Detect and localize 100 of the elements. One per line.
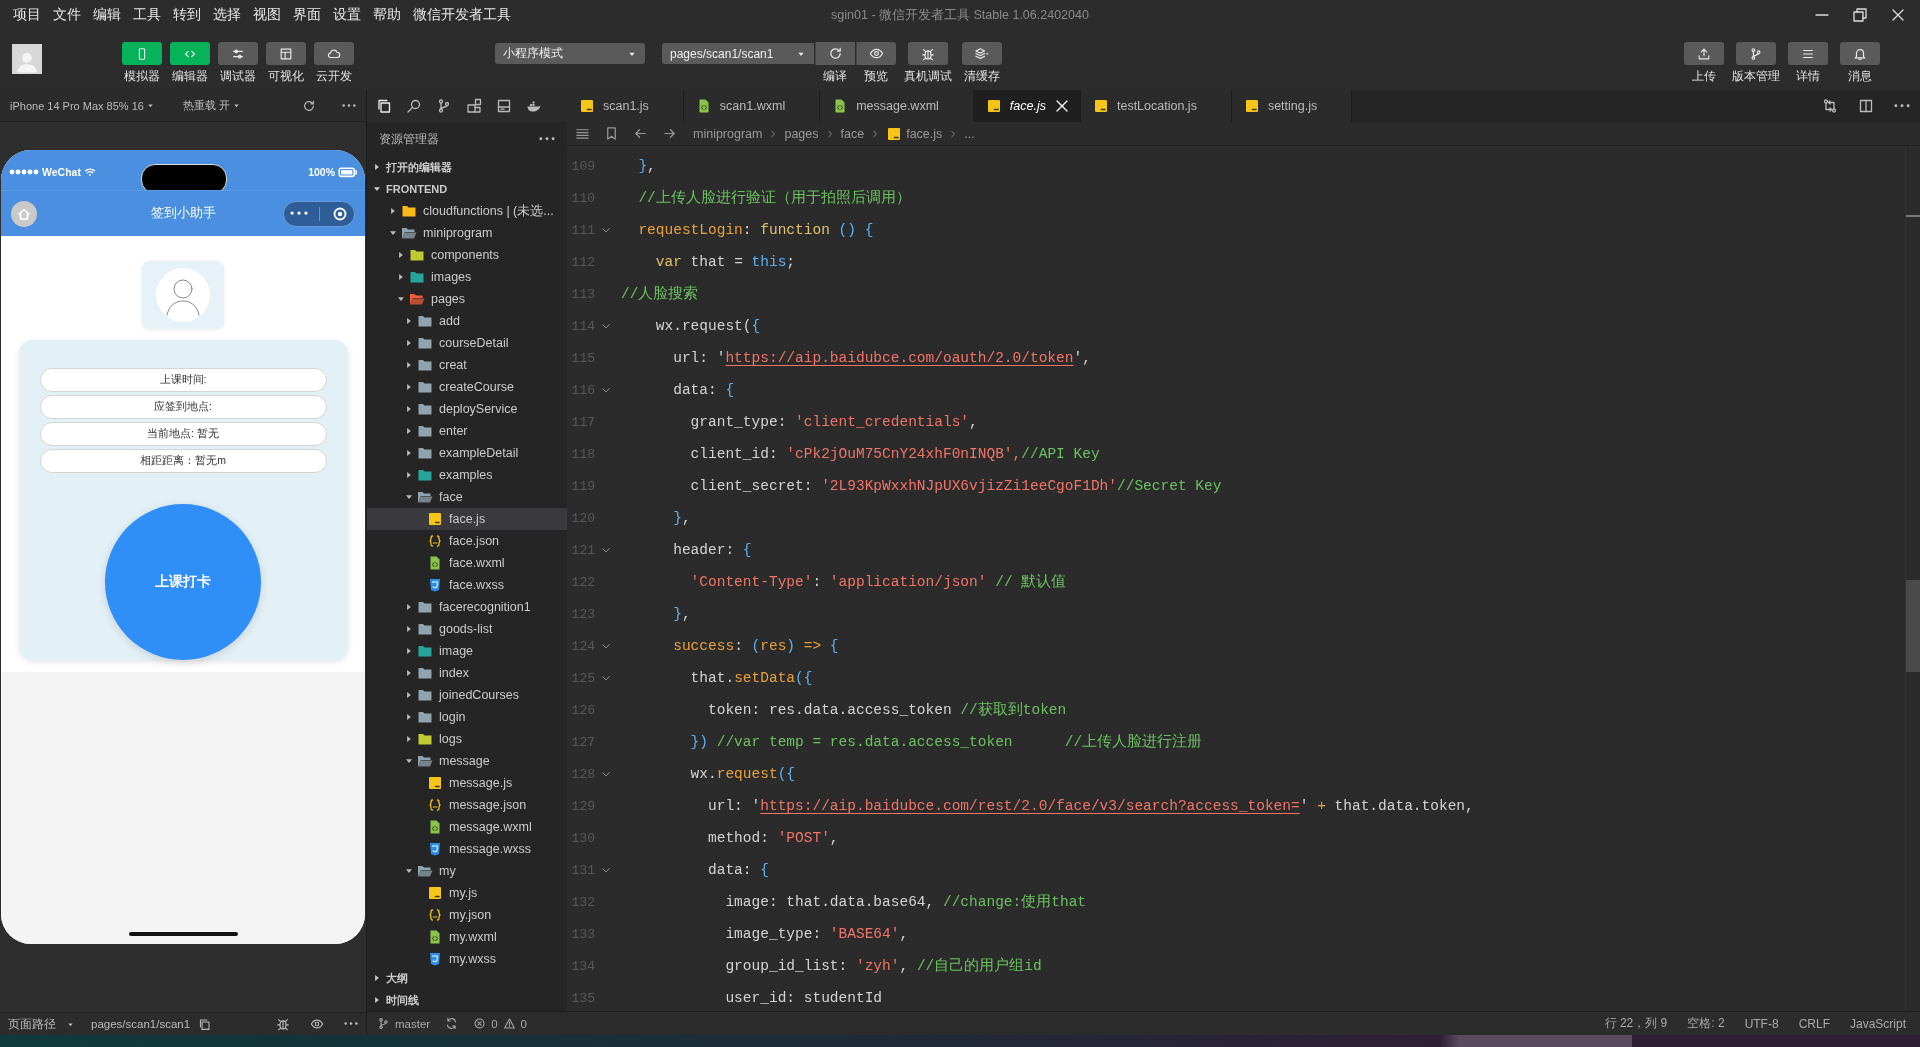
- folder-item[interactable]: facerecognition1: [367, 596, 567, 618]
- folder-item[interactable]: courseDetail: [367, 332, 567, 354]
- toolbar-button[interactable]: [218, 42, 258, 65]
- menu-item[interactable]: 文件: [47, 0, 87, 30]
- extensions-icon[interactable]: [466, 98, 482, 114]
- toolbar-button[interactable]: [1736, 42, 1776, 65]
- forward-icon[interactable]: [662, 126, 677, 141]
- bug-icon[interactable]: [276, 1017, 290, 1031]
- copy-icon[interactable]: [198, 1017, 212, 1031]
- file-item[interactable]: message.wxml: [367, 816, 567, 838]
- page-path-dropdown[interactable]: 页面路径: [8, 1016, 75, 1032]
- capsule-menu[interactable]: [283, 200, 355, 227]
- refresh-icon[interactable]: [302, 98, 316, 113]
- editor-tab[interactable]: setting.js: [1231, 90, 1353, 122]
- panel-icon[interactable]: [496, 98, 512, 114]
- menu-item[interactable]: 编辑: [87, 0, 127, 30]
- menu-item[interactable]: 帮助: [367, 0, 407, 30]
- breadcrumb-item[interactable]: face.js: [886, 125, 943, 142]
- home-button[interactable]: [11, 200, 37, 227]
- close-icon[interactable]: [1890, 7, 1906, 23]
- bookmark-icon[interactable]: [604, 126, 619, 141]
- toolbar-button[interactable]: [814, 42, 855, 65]
- breadcrumb-item[interactable]: face: [840, 126, 865, 141]
- file-item[interactable]: face.js: [367, 508, 567, 530]
- file-item[interactable]: face.wxss: [367, 574, 567, 596]
- folder-item[interactable]: miniprogram: [367, 222, 567, 244]
- folder-item[interactable]: image: [367, 640, 567, 662]
- status-item[interactable]: 行 22，列 9: [1604, 1015, 1668, 1032]
- menu-item[interactable]: 界面: [287, 0, 327, 30]
- menu-item[interactable]: 工具: [127, 0, 167, 30]
- toolbar-button[interactable]: [1684, 42, 1724, 65]
- menu-item[interactable]: 微信开发者工具: [407, 0, 517, 30]
- menu-item[interactable]: 转到: [167, 0, 207, 30]
- hot-reload-dropdown[interactable]: 热重载 开: [182, 98, 241, 113]
- compare-icon[interactable]: [1822, 98, 1838, 114]
- section-header[interactable]: FRONTEND: [367, 178, 567, 200]
- sync-icon[interactable]: [445, 1017, 459, 1030]
- file-item[interactable]: message.wxss: [367, 838, 567, 860]
- folder-item[interactable]: enter: [367, 420, 567, 442]
- toolbar-button[interactable]: [1788, 42, 1828, 65]
- more-icon[interactable]: [344, 1022, 358, 1026]
- more-icon[interactable]: [1894, 104, 1910, 108]
- source-control-icon[interactable]: [436, 98, 452, 114]
- folder-item[interactable]: index: [367, 662, 567, 684]
- folder-item[interactable]: createCourse: [367, 376, 567, 398]
- folder-item[interactable]: images: [367, 266, 567, 288]
- folder-item[interactable]: add: [367, 310, 567, 332]
- file-item[interactable]: face.json: [367, 530, 567, 552]
- folder-item[interactable]: cloudfunctions | (未选...: [367, 200, 567, 222]
- toolbar-button[interactable]: [855, 42, 896, 65]
- folder-item[interactable]: deployService: [367, 398, 567, 420]
- menu-item[interactable]: 视图: [247, 0, 287, 30]
- folder-item[interactable]: creat: [367, 354, 567, 376]
- status-item[interactable]: UTF-8: [1744, 1016, 1779, 1031]
- more-icon[interactable]: [539, 137, 555, 141]
- outline-icon[interactable]: [575, 126, 590, 141]
- toolbar-button[interactable]: [314, 42, 354, 65]
- breadcrumb-item[interactable]: pages: [784, 126, 819, 141]
- split-icon[interactable]: [1858, 98, 1874, 114]
- back-icon[interactable]: [633, 126, 648, 141]
- more-icon[interactable]: [342, 103, 356, 108]
- file-item[interactable]: message.js: [367, 772, 567, 794]
- editor-tab[interactable]: message.wxml: [820, 90, 974, 122]
- branch-name[interactable]: master: [395, 1017, 431, 1030]
- folder-item[interactable]: exampleDetail: [367, 442, 567, 464]
- file-item[interactable]: message.json: [367, 794, 567, 816]
- breadcrumb-item[interactable]: miniprogram: [693, 126, 763, 141]
- section-header[interactable]: 大纲: [367, 967, 567, 989]
- menu-item[interactable]: 选择: [207, 0, 247, 30]
- section-header[interactable]: 打开的编辑器: [367, 156, 567, 178]
- editor-tab[interactable]: scan1.wxml: [683, 90, 821, 122]
- breadcrumb-item[interactable]: ...: [964, 126, 975, 141]
- scrollbar-thumb[interactable]: [1906, 580, 1920, 672]
- folder-item[interactable]: message: [367, 750, 567, 772]
- file-item[interactable]: my.wxss: [367, 948, 567, 967]
- section-header[interactable]: 时间线: [367, 989, 567, 1011]
- page-dropdown[interactable]: pages/scan1/scan1: [662, 43, 814, 64]
- menu-item[interactable]: 项目: [7, 0, 47, 30]
- restore-icon[interactable]: [1852, 7, 1868, 23]
- file-item[interactable]: my.wxml: [367, 926, 567, 948]
- editor-tab[interactable]: face.js: [973, 90, 1081, 122]
- status-item[interactable]: 空格: 2: [1687, 1015, 1725, 1032]
- editor-tab[interactable]: testLocation.js: [1080, 90, 1232, 122]
- mode-dropdown[interactable]: 小程序模式: [495, 43, 645, 64]
- folder-item[interactable]: face: [367, 486, 567, 508]
- menu-item[interactable]: 设置: [327, 0, 367, 30]
- folder-item[interactable]: goods-list: [367, 618, 567, 640]
- file-item[interactable]: my.json: [367, 904, 567, 926]
- device-dropdown[interactable]: iPhone 14 Pro Max 85% 16: [10, 99, 155, 112]
- status-item[interactable]: CRLF: [1798, 1016, 1830, 1031]
- folder-item[interactable]: joinedCourses: [367, 684, 567, 706]
- editor-tab[interactable]: scan1.js: [567, 90, 684, 122]
- file-item[interactable]: my.js: [367, 882, 567, 904]
- folder-item[interactable]: pages: [367, 288, 567, 310]
- folder-item[interactable]: logs: [367, 728, 567, 750]
- toolbar-button[interactable]: [266, 42, 306, 65]
- file-item[interactable]: face.wxml: [367, 552, 567, 574]
- toolbar-button[interactable]: [1840, 42, 1880, 65]
- files-icon[interactable]: [376, 98, 392, 114]
- search-icon[interactable]: [406, 98, 422, 114]
